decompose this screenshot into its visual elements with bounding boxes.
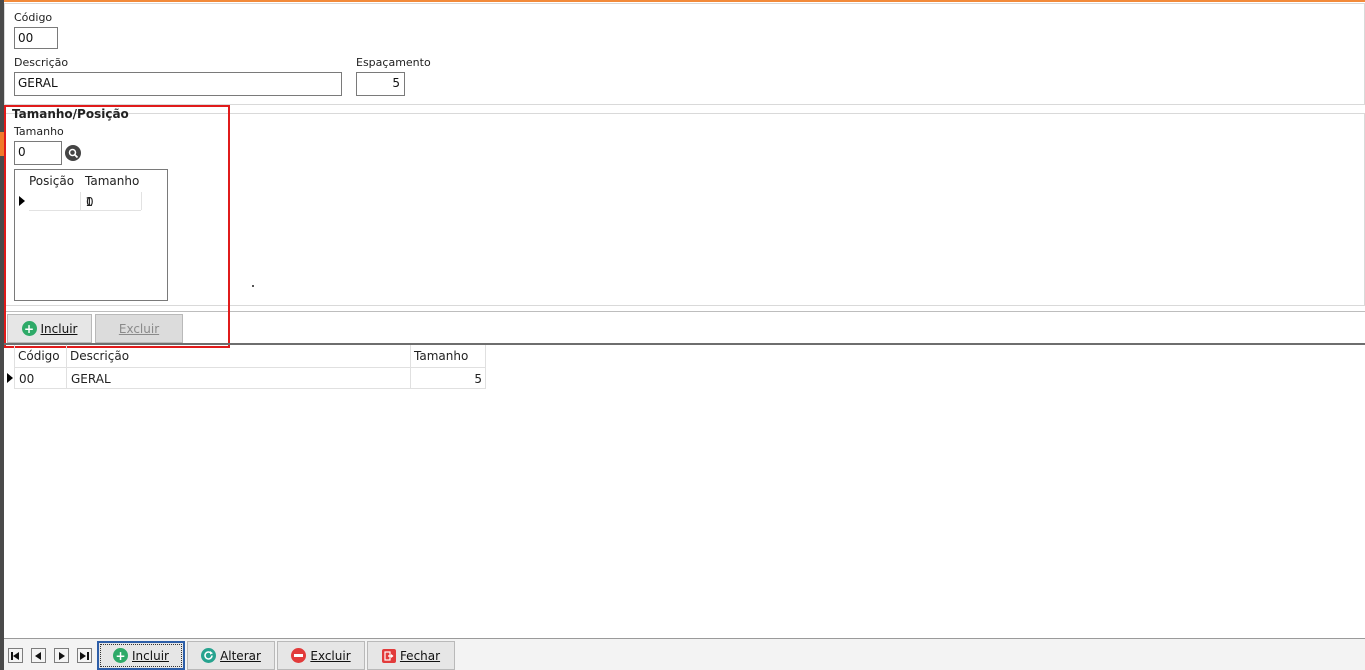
header-form-panel: Código 00 Descrição GERAL Espaçamento 5 (4, 3, 1365, 105)
descricao-label: Descrição (14, 56, 69, 69)
row-cell-descricao: GERAL (71, 372, 111, 386)
fechar-button[interactable]: Fechar (367, 641, 455, 670)
row-cell-tamanho: 5 (474, 372, 482, 386)
excluir-label: Excluir (310, 648, 351, 663)
exit-icon (381, 648, 396, 663)
alterar-button[interactable]: Alterar (187, 641, 275, 670)
main-header-descricao[interactable]: Descrição (70, 349, 129, 363)
panel-dot (252, 285, 254, 287)
row-cell-codigo: 00 (19, 372, 35, 386)
main-header-tamanho[interactable]: Tamanho (414, 349, 468, 363)
refresh-icon (201, 648, 217, 663)
descricao-field[interactable]: GERAL (14, 72, 342, 96)
main-grid-header: Código Descrição Tamanho (14, 345, 486, 389)
last-record-icon[interactable] (77, 648, 92, 663)
espacamento-label: Espaçamento (356, 56, 431, 69)
espacamento-field[interactable]: 5 (356, 72, 405, 96)
highlight-box (4, 105, 230, 348)
table-row[interactable]: 00 GERAL 5 (14, 367, 486, 389)
alterar-label: Alterar (220, 648, 261, 663)
previous-record-icon[interactable] (31, 648, 46, 663)
excluir-button[interactable]: Excluir (277, 641, 365, 670)
incluir-button[interactable]: + Incluir (97, 641, 185, 670)
current-row-indicator (7, 373, 13, 383)
codigo-field[interactable]: 00 (14, 27, 58, 49)
minus-circle-icon (291, 648, 307, 663)
incluir-label: Incluir (132, 648, 169, 663)
codigo-label: Código (14, 11, 53, 24)
main-header-codigo[interactable]: Código (18, 349, 60, 363)
main-grid[interactable]: Código Descrição Tamanho 00 GERAL 5 (4, 345, 1365, 637)
first-record-icon[interactable] (8, 648, 23, 663)
window-top-accent (4, 0, 1365, 2)
fechar-label: Fechar (399, 648, 441, 663)
next-record-icon[interactable] (54, 648, 69, 663)
plus-circle-icon: + (113, 648, 129, 663)
